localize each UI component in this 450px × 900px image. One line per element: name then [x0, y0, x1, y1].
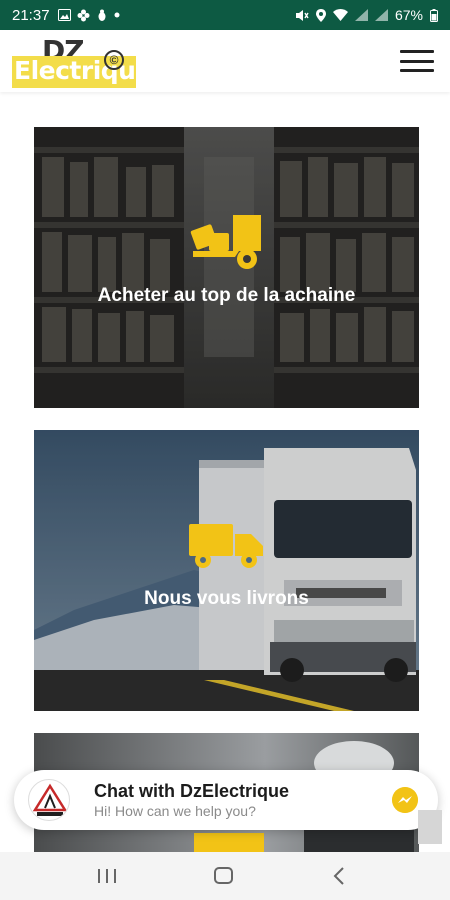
signal-icon	[354, 9, 368, 21]
menu-line	[400, 59, 434, 63]
truck-image	[34, 430, 419, 711]
chat-subtitle: Hi! How can we help you?	[94, 803, 256, 819]
dolly-boxes-icon	[190, 215, 261, 269]
flower-icon	[77, 9, 90, 21]
battery-icon	[430, 8, 438, 22]
battery-percent: 67%	[394, 7, 423, 23]
status-time: 21:37	[12, 6, 50, 24]
dot-icon	[114, 12, 120, 18]
copyright-icon: ©	[104, 50, 124, 70]
home-icon[interactable]	[214, 867, 233, 884]
wifi-icon	[332, 9, 348, 21]
service-card-buy[interactable]: Acheter au top de la achaine	[34, 127, 419, 408]
card-title: Nous vous livrons	[144, 588, 309, 609]
service-card-delivery[interactable]: Nous vous livrons	[34, 430, 419, 711]
signal2-icon	[374, 9, 388, 21]
bug-icon	[98, 9, 106, 21]
status-icons-right: 67%	[295, 7, 438, 23]
brand-logo-icon	[32, 783, 68, 816]
site-header: DZ Electrique ©	[0, 30, 450, 92]
mute-icon	[295, 9, 309, 21]
logo-text-electrique: Electrique	[14, 56, 152, 85]
site-logo[interactable]: DZ Electrique ©	[12, 34, 152, 88]
hamburger-menu-button[interactable]	[400, 50, 434, 72]
menu-line	[400, 50, 434, 53]
truck-icon	[188, 524, 263, 568]
system-navigation-bar	[0, 852, 450, 900]
messenger-icon[interactable]	[392, 787, 418, 813]
chat-title: Chat with DzElectrique	[94, 781, 290, 801]
chat-widget[interactable]: Chat with DzElectrique Hi! How can we he…	[14, 770, 438, 830]
image-icon	[57, 9, 71, 21]
scroll-top-button[interactable]	[418, 810, 442, 844]
status-bar: 21:37 67%	[0, 0, 450, 30]
status-icons-left	[57, 9, 120, 22]
menu-line	[400, 69, 434, 72]
recents-icon[interactable]	[98, 869, 116, 883]
card-title: Acheter au top de la achaine	[97, 285, 356, 306]
location-icon	[315, 8, 326, 22]
back-icon[interactable]	[333, 866, 345, 886]
chat-avatar	[28, 779, 70, 821]
